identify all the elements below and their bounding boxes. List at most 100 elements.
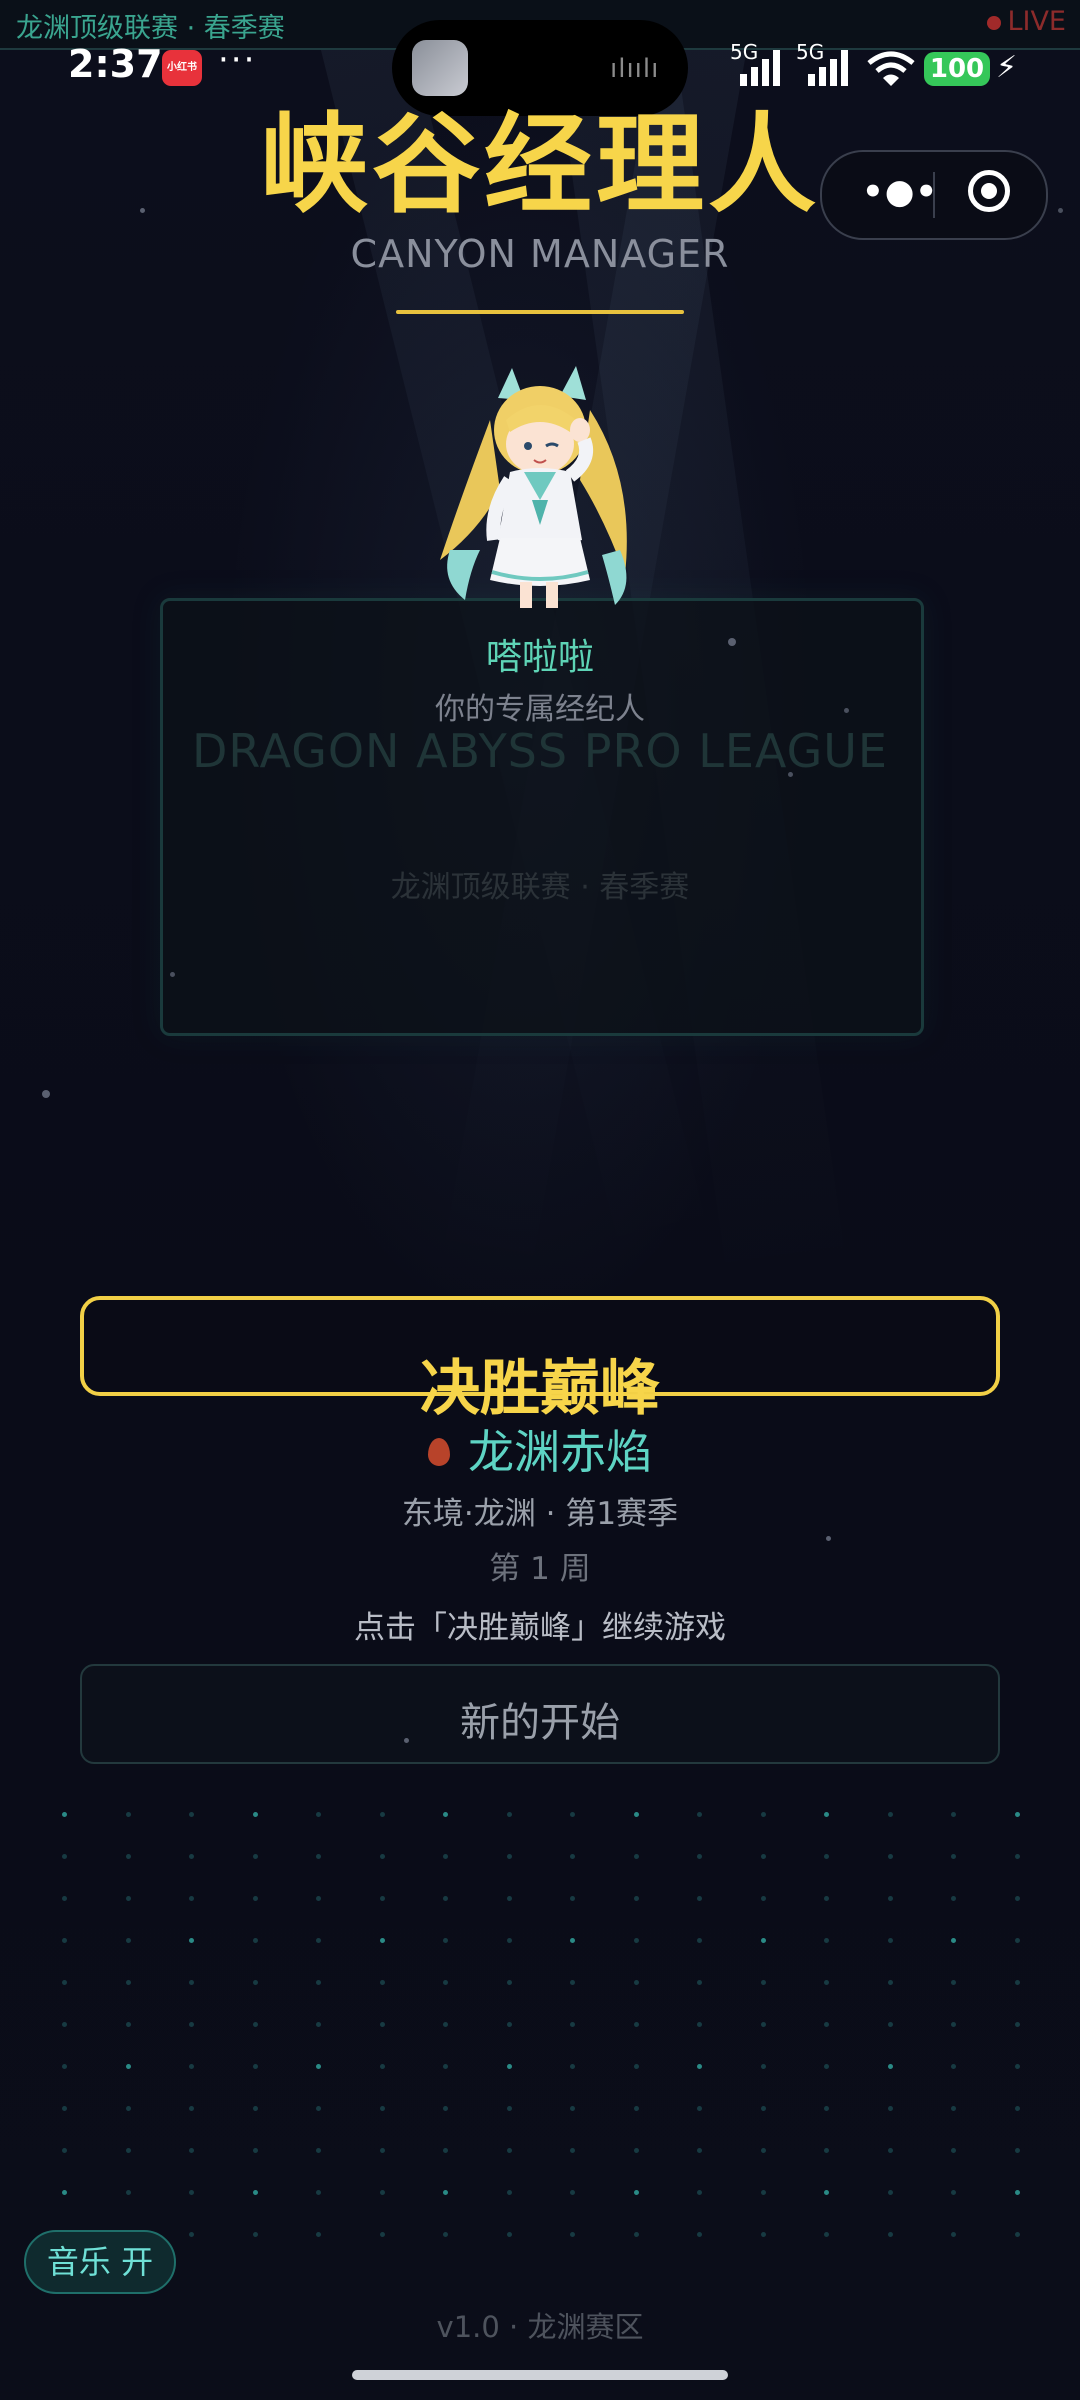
grid-dot bbox=[633, 2190, 639, 2195]
grid-dot bbox=[951, 2148, 956, 2153]
agent-name: 嗒啦啦 bbox=[485, 637, 594, 678]
grid-dot bbox=[443, 1980, 448, 1985]
grid-dot bbox=[316, 1896, 321, 1901]
continue-button-label[interactable]: 决胜巅峰 bbox=[0, 1340, 1080, 1427]
grid-dot bbox=[633, 2232, 639, 2237]
grid-dot bbox=[951, 1854, 956, 1859]
grid-dot bbox=[570, 2190, 575, 2195]
grid-dot bbox=[506, 2106, 512, 2111]
grid-dot bbox=[443, 1854, 448, 1859]
live-dot-icon bbox=[987, 15, 1002, 30]
grid-dot bbox=[633, 1980, 639, 1985]
grid-dot bbox=[1014, 1854, 1020, 1859]
grid-dot bbox=[316, 2106, 321, 2111]
grid-dot bbox=[189, 2190, 194, 2195]
star-dot bbox=[170, 972, 175, 977]
grid-dot bbox=[379, 1980, 385, 1985]
grid-dot bbox=[570, 1938, 575, 1943]
grid-dot bbox=[697, 2232, 702, 2237]
grid-dot bbox=[379, 2022, 385, 2027]
grid-dot bbox=[189, 2106, 194, 2111]
grid-dot bbox=[697, 2148, 702, 2153]
continue-hint: 点击「决胜巅峰」继续游戏 bbox=[354, 1610, 726, 1646]
grid-dot bbox=[697, 2106, 702, 2111]
grid-dot bbox=[189, 2064, 194, 2069]
grid-dot bbox=[443, 2190, 448, 2195]
grid-dot bbox=[62, 2106, 67, 2111]
star-dot bbox=[826, 1536, 831, 1541]
grid-dot bbox=[125, 1812, 131, 1817]
grid-dot bbox=[125, 1896, 131, 1901]
grid-dot bbox=[443, 2064, 448, 2069]
grid-dot bbox=[951, 1896, 956, 1901]
grid-dot bbox=[443, 2106, 448, 2111]
grid-dot bbox=[379, 2232, 385, 2237]
grid-dot bbox=[252, 2106, 258, 2111]
grid-dot bbox=[570, 2064, 575, 2069]
grid-dot bbox=[570, 2148, 575, 2153]
grid-dot bbox=[697, 1938, 702, 1943]
grid-dot bbox=[189, 1980, 194, 1985]
grid-dot bbox=[633, 1938, 639, 1943]
music-toggle-button[interactable]: 音乐 开 bbox=[24, 2230, 176, 2294]
grid-dot bbox=[443, 2022, 448, 2027]
star-dot bbox=[404, 1738, 409, 1743]
grid-dot bbox=[1014, 1980, 1020, 1985]
grid-dot bbox=[189, 1854, 194, 1859]
star-dot bbox=[42, 1090, 50, 1098]
grid-dot bbox=[379, 2106, 385, 2111]
grid-dot bbox=[252, 2064, 258, 2069]
grid-dot bbox=[633, 1854, 639, 1859]
grid-dot bbox=[443, 1938, 448, 1943]
grid-dot bbox=[506, 1980, 512, 1985]
home-indicator[interactable] bbox=[352, 2370, 728, 2380]
grid-dot bbox=[760, 1938, 766, 1943]
grid-dot bbox=[824, 2148, 829, 2153]
new-game-button-label[interactable]: 新的开始 bbox=[0, 1690, 1080, 1748]
grid-dot bbox=[316, 2064, 321, 2069]
grid-dot bbox=[1014, 2190, 1020, 2195]
grid-dot bbox=[760, 2190, 766, 2195]
grid-dot bbox=[252, 2148, 258, 2153]
grid-dot bbox=[1014, 2232, 1020, 2237]
grid-dot bbox=[316, 2232, 321, 2237]
grid-dot bbox=[1014, 2064, 1020, 2069]
grid-dot bbox=[252, 2022, 258, 2027]
grid-dot bbox=[824, 1812, 829, 1817]
grid-dot bbox=[506, 1938, 512, 1943]
grid-dot bbox=[760, 2064, 766, 2069]
grid-dot bbox=[506, 2190, 512, 2195]
grid-dot bbox=[887, 1854, 893, 1859]
grid-dot bbox=[697, 1854, 702, 1859]
grid-dot bbox=[887, 2148, 893, 2153]
grid-dot bbox=[824, 2190, 829, 2195]
team-name: 龙渊赤焰 bbox=[468, 1425, 652, 1479]
grid-dot bbox=[887, 1938, 893, 1943]
grid-dot bbox=[760, 2106, 766, 2111]
grid-dot bbox=[633, 1896, 639, 1901]
page-title: 峡谷经理人 bbox=[259, 103, 820, 228]
grid-dot bbox=[633, 2106, 639, 2111]
grid-dot bbox=[506, 2064, 512, 2069]
team-info: 龙渊赤焰 bbox=[0, 1416, 1080, 1482]
grid-dot bbox=[379, 2190, 385, 2195]
grid-dot bbox=[316, 2190, 321, 2195]
grid-dot bbox=[951, 2064, 956, 2069]
grid-dot bbox=[62, 2190, 67, 2195]
grid-dot bbox=[760, 1980, 766, 1985]
grid-dot bbox=[887, 2106, 893, 2111]
page-subtitle: CANYON MANAGER bbox=[350, 232, 730, 276]
grid-dot bbox=[125, 1854, 131, 1859]
grid-dot bbox=[62, 2064, 67, 2069]
grid-dot bbox=[697, 1980, 702, 1985]
grid-dot bbox=[443, 2148, 448, 2153]
grid-dot bbox=[316, 1812, 321, 1817]
grid-dot bbox=[125, 2106, 131, 2111]
grid-dot bbox=[887, 2022, 893, 2027]
grid-dot bbox=[887, 2190, 893, 2195]
grid-dot bbox=[697, 1896, 702, 1901]
grid-dot bbox=[951, 2190, 956, 2195]
grid-dot bbox=[824, 1854, 829, 1859]
agent-character-image[interactable] bbox=[420, 360, 660, 610]
grid-dot bbox=[252, 1812, 258, 1817]
